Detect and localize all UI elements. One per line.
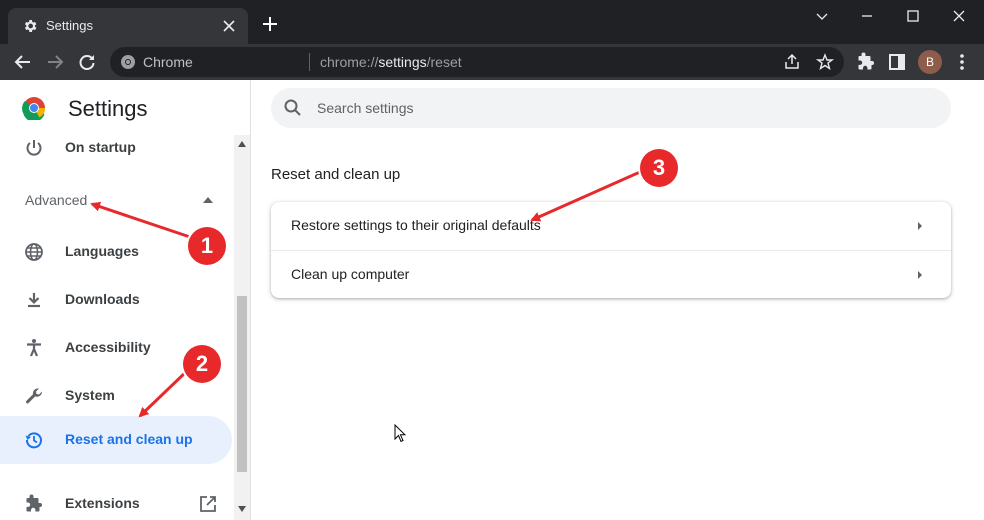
power-icon — [26, 140, 42, 156]
sidebar-item-reset[interactable]: Reset and clean up — [0, 416, 232, 464]
search-input[interactable]: Search settings — [271, 88, 951, 128]
annotation-badge-3: 3 — [640, 149, 678, 187]
arrow-right-icon — [918, 222, 922, 230]
mouse-cursor-icon — [394, 424, 406, 443]
scroll-up-icon[interactable] — [238, 141, 246, 147]
forward-icon[interactable] — [45, 52, 65, 72]
extensions-icon[interactable] — [856, 52, 876, 72]
maximize-icon[interactable] — [903, 6, 923, 26]
chrome-logo-icon — [22, 97, 45, 120]
advanced-section-toggle[interactable]: Advanced — [25, 192, 87, 208]
scroll-down-icon[interactable] — [238, 506, 246, 512]
tab-strip: Settings — [0, 0, 984, 44]
new-tab-icon[interactable] — [262, 16, 278, 32]
sidebar-item-on-startup[interactable]: On startup — [0, 124, 232, 172]
sidebar-scrollbar[interactable] — [234, 135, 250, 520]
history-icon — [25, 432, 42, 449]
open-in-new-icon — [200, 496, 216, 512]
sidebar-item-label: Extensions — [65, 495, 140, 511]
download-icon — [28, 293, 40, 308]
back-icon[interactable] — [13, 52, 33, 72]
bookmark-star-icon[interactable] — [816, 53, 834, 71]
gear-icon — [24, 20, 37, 32]
wrench-icon — [25, 388, 43, 404]
row-label: Clean up computer — [291, 266, 410, 282]
restore-defaults-row[interactable]: Restore settings to their original defau… — [271, 202, 951, 250]
annotation-badge-1: 1 — [188, 227, 226, 265]
settings-page: Settings On startup Advanced Languages D… — [0, 80, 984, 520]
caret-up-icon[interactable] — [203, 197, 213, 203]
sidebar-divider — [250, 80, 251, 520]
clean-up-computer-row[interactable]: Clean up computer — [271, 251, 951, 299]
section-title: Reset and clean up — [271, 166, 401, 183]
accessibility-icon — [27, 339, 41, 357]
row-label: Restore settings to their original defau… — [291, 217, 541, 233]
close-tab-icon[interactable] — [220, 17, 238, 35]
site-chip: Chrome — [143, 54, 193, 70]
side-panel-icon[interactable] — [887, 52, 907, 72]
tab-title: Settings — [46, 18, 93, 33]
reset-card: Restore settings to their original defau… — [271, 202, 951, 298]
profile-avatar[interactable]: B — [918, 50, 942, 74]
search-placeholder: Search settings — [317, 100, 414, 116]
chrome-icon — [121, 55, 135, 69]
sidebar: Settings On startup Advanced Languages D… — [0, 80, 250, 520]
reload-icon[interactable] — [77, 52, 97, 72]
scrollbar-thumb[interactable] — [237, 296, 247, 472]
browser-toolbar: Chrome chrome://settings/reset B — [0, 44, 984, 80]
url-host: settings — [378, 54, 427, 70]
sidebar-item-label: On startup — [65, 139, 136, 155]
sidebar-item-label: System — [65, 387, 115, 403]
sidebar-item-extensions[interactable]: Extensions — [0, 480, 232, 520]
address-bar[interactable]: Chrome chrome://settings/reset — [110, 47, 844, 77]
url-text: chrome://settings/reset — [320, 54, 462, 70]
sidebar-item-label: Languages — [65, 243, 139, 259]
url-path: /reset — [426, 54, 462, 70]
annotation-badge-2: 2 — [183, 345, 221, 383]
extensions-icon — [26, 494, 42, 512]
omnibox-separator — [309, 53, 310, 71]
chevron-down-icon[interactable] — [812, 6, 832, 26]
search-icon — [284, 99, 301, 116]
more-menu-icon[interactable] — [952, 52, 972, 72]
sidebar-item-label: Reset and clean up — [65, 431, 193, 447]
globe-icon — [25, 243, 43, 261]
url-prefix: chrome:// — [320, 54, 379, 70]
sidebar-item-label: Downloads — [65, 291, 140, 307]
arrow-right-icon — [918, 271, 922, 279]
page-title: Settings — [68, 96, 148, 121]
share-icon[interactable] — [783, 53, 801, 71]
close-icon[interactable] — [949, 6, 969, 26]
minimize-icon[interactable] — [857, 6, 877, 26]
tab-settings[interactable]: Settings — [8, 8, 248, 44]
sidebar-menu: On startup Advanced Languages Downloads … — [0, 124, 236, 520]
sidebar-item-downloads[interactable]: Downloads — [0, 276, 232, 324]
sidebar-item-label: Accessibility — [65, 339, 151, 355]
